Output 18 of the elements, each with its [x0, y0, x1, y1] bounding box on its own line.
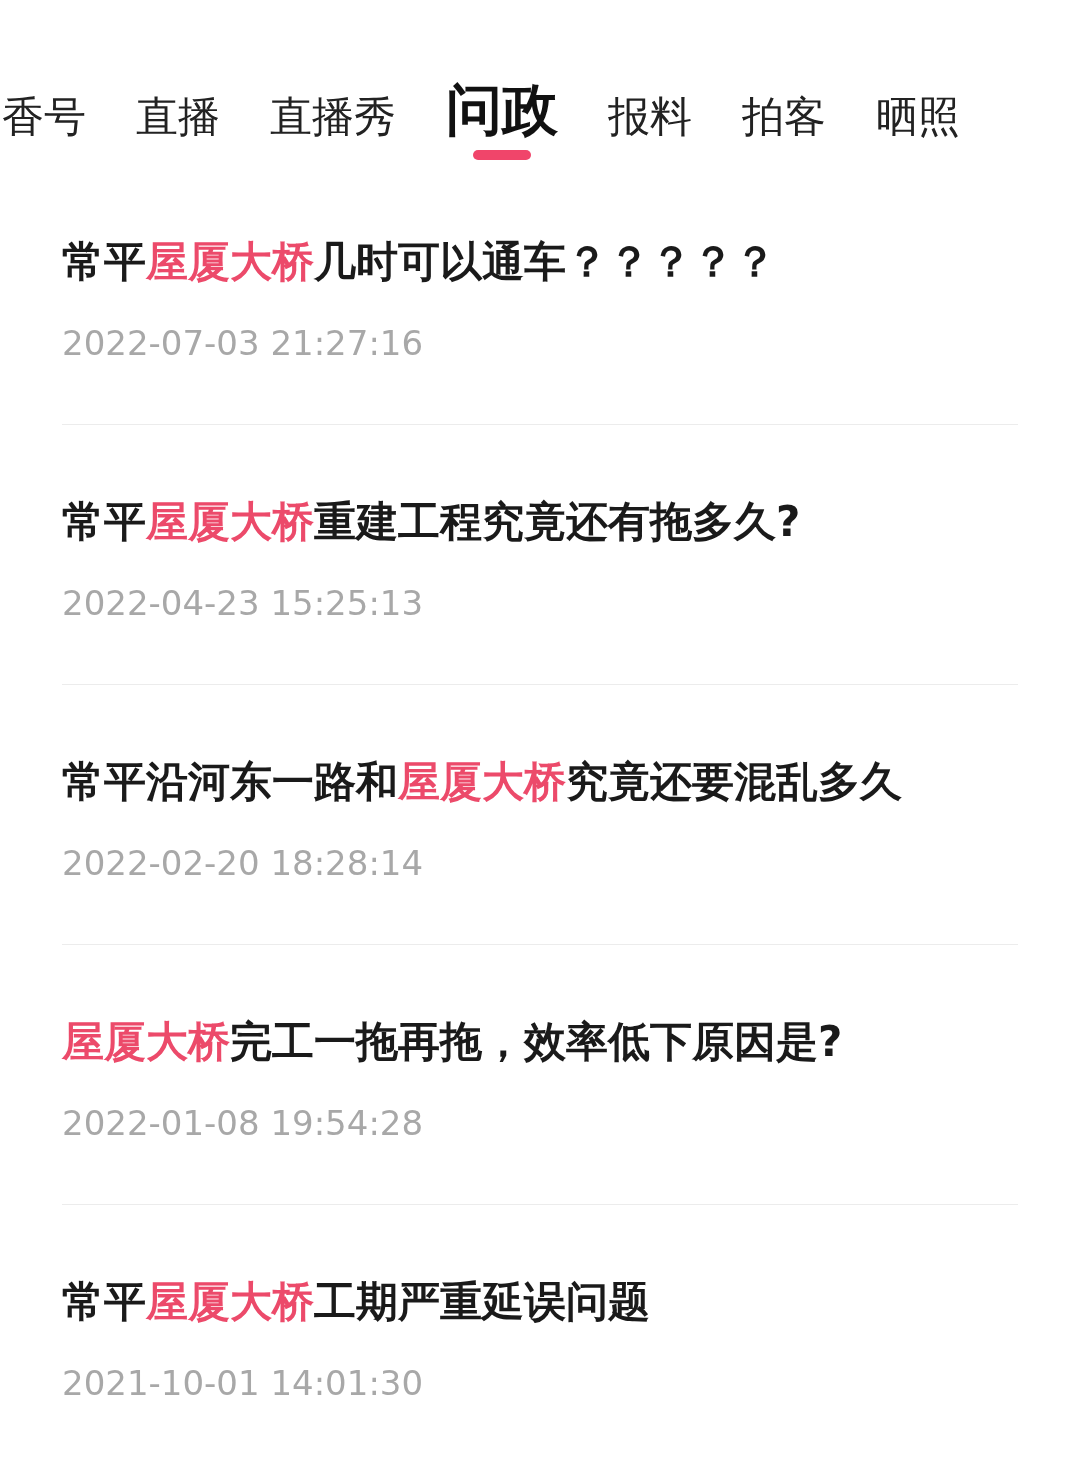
post-title[interactable]: 常平沿河东一路和屋厦大桥究竟还要混乱多久 [62, 756, 1018, 808]
post-title[interactable]: 屋厦大桥完工一拖再拖，效率低下原因是? [62, 1016, 1018, 1068]
post-title[interactable]: 常平屋厦大桥工期严重延误问题 [62, 1276, 1018, 1328]
post-time: 2022-07-03 21:27:16 [62, 323, 425, 363]
post-title[interactable]: 常平屋厦大桥几时可以通车？？？？？ [62, 236, 1018, 288]
tab[interactable]: 直播 [136, 96, 220, 138]
post-time: 2021-10-01 14:01:30 [62, 1363, 425, 1403]
post-time: 2022-01-08 19:54:28 [62, 1103, 425, 1143]
tab[interactable]: 报料 [608, 96, 692, 138]
post-time: 2022-04-23 15:25:13 [62, 583, 425, 623]
post-title[interactable]: 常平屋厦大桥重建工程究竟还有拖多久? [62, 496, 1018, 548]
tab[interactable]: 晒照 [876, 96, 960, 138]
tab[interactable]: 香号 [2, 96, 86, 138]
post-time: 2022-02-20 18:28:14 [62, 843, 425, 883]
tab[interactable]: 直播秀 [270, 96, 396, 138]
tab[interactable]: 拍客 [742, 96, 826, 138]
active-tab-indicator [473, 150, 531, 160]
tab[interactable]: 问政 [446, 82, 558, 138]
